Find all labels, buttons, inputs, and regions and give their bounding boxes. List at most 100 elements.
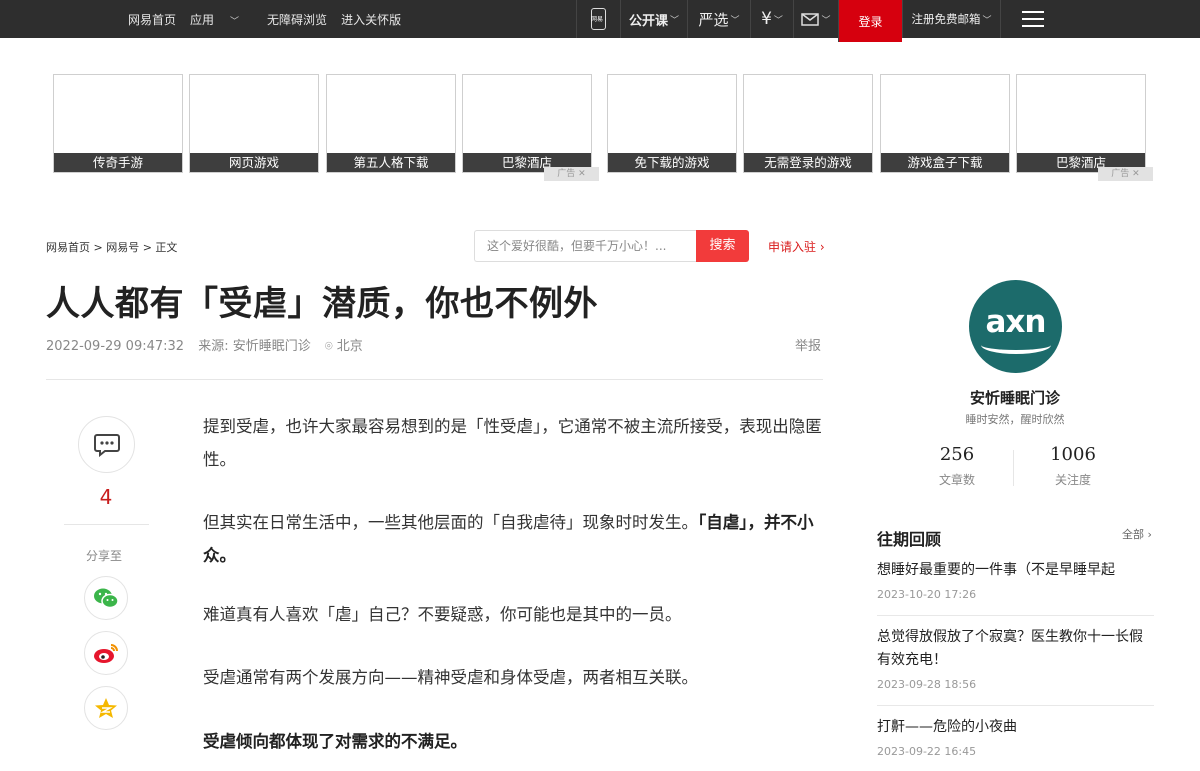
share-label: 分享至 <box>86 549 123 563</box>
breadcrumb[interactable]: 网易首页 > 网易号 > 正文 <box>46 239 177 255</box>
account-slogan: 睡时安然，醒时欣然 <box>965 413 1065 426</box>
past-article-date: 2023-10-20 17:26 <box>877 588 977 601</box>
ad-tile-caption: 游戏盒子下载 <box>881 153 1009 172</box>
share-weibo-button[interactable] <box>84 631 128 675</box>
article-paragraph: 受虐倾向都体现了对需求的不满足。 <box>203 725 825 758</box>
mobile-app-button[interactable]: 网易 <box>576 0 620 38</box>
report-link[interactable]: 举报 <box>795 335 821 354</box>
logo-swoosh <box>981 336 1051 354</box>
yanxuan-label: 严选 <box>698 10 729 29</box>
ad-tile-caption: 传奇手游 <box>54 153 182 172</box>
nav-care-mode-link[interactable]: 进入关怀版 <box>341 11 401 28</box>
past-article-date: 2023-09-22 16:45 <box>877 745 977 758</box>
share-qzone-button[interactable] <box>84 686 128 730</box>
past-article-title: 打鼾——危险的小夜曲 <box>877 719 1017 735</box>
menu-button[interactable] <box>1000 0 1064 38</box>
search-button[interactable]: 搜索 <box>696 230 749 262</box>
title-divider <box>46 379 823 380</box>
chevron-right-icon: › <box>819 240 825 254</box>
comment-icon <box>93 433 120 457</box>
ad-marker-label: 广告 <box>1111 169 1130 179</box>
apply-join-label: 申请入驻 <box>768 240 817 254</box>
wechat-icon <box>94 588 119 609</box>
account-name[interactable]: 安忻睡眠门诊 <box>915 387 1115 408</box>
app-label: 网易 <box>591 16 604 23</box>
article-paragraph: 难道真有人喜欢「虐」自己？不要疑惑，你可能也是其中的一员。 <box>203 605 682 624</box>
mail-menu[interactable]: ﹀ <box>793 0 838 38</box>
nav-home-link[interactable]: 网易首页 <box>128 11 176 28</box>
ad-marker: 广告 ✕ <box>1098 167 1153 181</box>
ad-tile[interactable]: 游戏盒子下载 <box>880 74 1010 173</box>
top-nav-left: 网易首页 应用 ﹀ 无障碍浏览 进入关怀版 <box>128 0 415 38</box>
paragraph-text: 但其实在日常生活中，一些其他层面的「自我虐待」现象时时发生。 <box>203 513 698 532</box>
top-nav-bar: 网易首页 应用 ﹀ 无障碍浏览 进入关怀版 网易 公开课 ﹀ 严选 ﹀ ¥ ﹀ ﹀ 登录… <box>0 0 1200 42</box>
comment-count[interactable]: 4 <box>95 485 117 509</box>
chevron-down-icon: ﹀ <box>773 15 783 26</box>
ad-tile-caption: 网页游戏 <box>190 153 318 172</box>
apply-join-link[interactable]: 申请入驻 › <box>768 238 825 255</box>
chevron-right-icon: › <box>1147 528 1152 541</box>
article-date: 2022-09-29 09:47:32 <box>46 339 185 354</box>
account-avatar[interactable]: axn <box>969 280 1062 373</box>
past-article-item[interactable]: 总觉得放假放了个寂寞？医生教你十一长假有效充电！ 2023-09-28 18:5… <box>877 626 1155 691</box>
chevron-down-icon: ﹀ <box>730 15 740 26</box>
chevron-down-icon: ﹀ <box>670 15 680 26</box>
nav-apps-label: 应用 <box>190 12 215 27</box>
articles-label: 文章数 <box>938 473 975 487</box>
open-course-menu[interactable]: 公开课 ﹀ <box>620 0 687 38</box>
chevron-down-icon: ﹀ <box>230 16 240 27</box>
past-article-date: 2023-09-28 18:56 <box>877 678 977 691</box>
ad-tile[interactable]: 网页游戏 <box>189 74 319 173</box>
article-source[interactable]: 来源: 安忻睡眠门诊 <box>198 339 311 354</box>
followers-count: 1006 <box>1050 444 1096 465</box>
ad-tile-caption: 免下载的游戏 <box>608 153 736 172</box>
ad-tile[interactable]: 传奇手游 <box>53 74 183 173</box>
past-all-label: 全部 <box>1122 528 1144 541</box>
login-button[interactable]: 登录 <box>838 0 902 42</box>
past-all-link[interactable]: 全部 › <box>1122 526 1152 542</box>
past-article-item[interactable]: 打鼾——危险的小夜曲 2023-09-22 16:45 <box>877 716 1155 758</box>
ad-tile[interactable]: 免下载的游戏 <box>607 74 737 173</box>
article-location: 北京 <box>336 339 363 354</box>
register-mail-menu[interactable]: 注册免费邮箱 ﹀ <box>902 0 1000 38</box>
qzone-star-icon <box>95 698 117 718</box>
past-articles-title: 往期回顾 <box>877 530 942 549</box>
ad-tile[interactable]: 第五人格下载 <box>326 74 456 173</box>
location-pin-icon: ⌾ <box>324 339 333 354</box>
past-article-title: 想睡好最重要的一件事（不是早睡早起 <box>877 562 1115 578</box>
hamburger-icon <box>1021 11 1044 27</box>
open-course-label: 公开课 <box>628 13 668 29</box>
search-input[interactable]: 这个爱好很酷，但要千万小心！... <box>474 230 696 262</box>
yen-icon: ¥ <box>761 9 772 29</box>
finance-menu[interactable]: ¥ ﹀ <box>750 0 793 38</box>
ad-marker-label: 广告 <box>557 169 576 179</box>
ad-tile[interactable]: 无需登录的游戏 <box>743 74 873 173</box>
followers-label: 关注度 <box>1054 473 1091 487</box>
phone-icon: 网易 <box>591 8 606 30</box>
chevron-down-icon: ﹀ <box>982 15 992 26</box>
past-divider <box>877 705 1154 706</box>
article-paragraph: 受虐通常有两个发展方向——精神受虐和身体受虐，两者相互关联。 <box>203 668 698 687</box>
ad-tile-caption: 第五人格下载 <box>327 153 455 172</box>
paragraph-bold-text: 受虐倾向都体现了对需求的不满足。 <box>203 732 467 751</box>
article-title: 人人都有「受虐」潜质，你也不例外 <box>46 284 598 324</box>
share-divider <box>64 524 149 525</box>
mail-icon <box>801 12 820 26</box>
past-divider <box>877 615 1154 616</box>
yanxuan-menu[interactable]: 严选 ﹀ <box>687 0 750 38</box>
chevron-down-icon: ﹀ <box>821 15 831 26</box>
article-paragraph: 但其实在日常生活中，一些其他层面的「自我虐待」现象时时发生。「自虐」，并不小众。 <box>203 506 825 572</box>
article-paragraph: 提到受虐，也许大家最容易想到的是「性受虐」，它通常不被主流所接受，表现出隐匿性。 <box>203 417 822 469</box>
weibo-icon <box>94 644 118 663</box>
nav-accessibility-link[interactable]: 无障碍浏览 <box>267 11 327 28</box>
ad-tile[interactable]: 巴黎酒店 <box>1016 74 1146 173</box>
past-article-item[interactable]: 想睡好最重要的一件事（不是早睡早起 2023-10-20 17:26 <box>877 559 1155 601</box>
article-meta: 2022-09-29 09:47:32 来源: 安忻睡眠门诊 ⌾ 北京 <box>46 335 373 354</box>
share-wechat-button[interactable] <box>84 576 128 620</box>
past-article-title: 总觉得放假放了个寂寞？医生教你十一长假有效充电！ <box>877 629 1143 668</box>
ad-tile[interactable]: 巴黎酒店 <box>462 74 592 173</box>
ad-tile-caption: 无需登录的游戏 <box>744 153 872 172</box>
account-logo-text: axn <box>985 304 1047 340</box>
nav-apps-menu[interactable]: 应用 ﹀ <box>190 11 253 28</box>
comment-button[interactable] <box>78 416 135 473</box>
